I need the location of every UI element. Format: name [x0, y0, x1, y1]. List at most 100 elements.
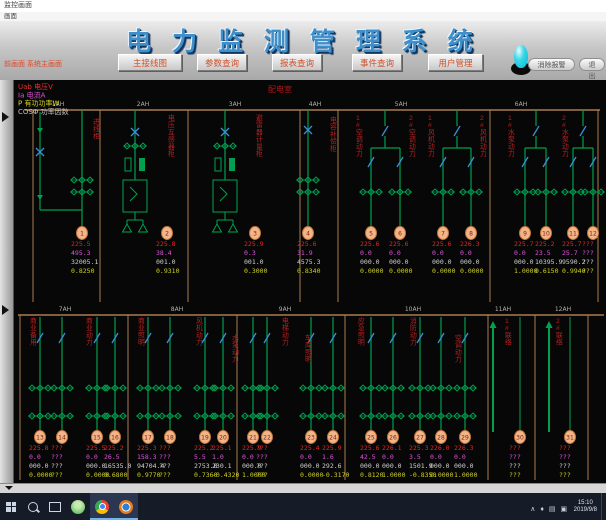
fuse-icon [139, 158, 145, 171]
value-power: 292.6 [322, 462, 342, 470]
measure-point-number: 23 [307, 434, 315, 441]
value-cosphi: 0.8340 [297, 267, 321, 275]
bay-label: 5AH [395, 101, 407, 108]
left-scroll-strip[interactable] [0, 80, 14, 483]
value-voltage: 225.6 [389, 240, 409, 248]
measure-point-number: 21 [249, 434, 257, 441]
value-power: 000.0 [382, 462, 402, 470]
value-power: 000.0 [454, 462, 474, 470]
delta-winding-icon [229, 224, 238, 232]
cabinet-name-vertical: 应急照明 [358, 316, 365, 347]
windows-logo-icon [6, 502, 16, 512]
cabinet-name-vertical: 1#风机动力 [428, 115, 435, 158]
value-cosphi: ??? [582, 267, 594, 275]
value-cosphi: -0.3170 [322, 471, 349, 479]
tray-ime-icon[interactable]: ▣ [561, 506, 568, 513]
cabinet-name-vertical: 车库照明 [305, 333, 312, 364]
value-voltage: 225.6 [432, 240, 452, 248]
delta-winding-icon [123, 224, 132, 232]
value-power: ??? [256, 462, 268, 470]
start-button[interactable] [0, 493, 22, 520]
value-voltage: 225.5 [86, 444, 106, 452]
value-voltage: 225.2 [104, 444, 124, 452]
value-current: ??? [582, 249, 594, 257]
show-desktop-button[interactable] [601, 493, 606, 520]
bay-label: 12AH [555, 306, 571, 313]
value-voltage: ??? [51, 444, 63, 452]
measure-point-number: 18 [166, 434, 174, 441]
value-power: 000.0 [430, 462, 450, 470]
value-power: 000.0 [460, 258, 480, 266]
menu-button-5[interactable]: 用户管理 [428, 54, 483, 71]
measure-point-number: 24 [329, 434, 337, 441]
value-power: 000.0 [432, 258, 452, 266]
measure-point-number: 8 [469, 230, 473, 237]
measure-point-number: 6 [398, 230, 402, 237]
value-current: ??? [51, 453, 63, 461]
measure-point-number: 1 [80, 230, 84, 237]
arrow-up-icon [490, 321, 497, 328]
value-current: 0.0 [360, 249, 372, 257]
value-cosphi: ??? [51, 471, 63, 479]
task-view-button[interactable] [44, 493, 66, 520]
chrome-icon [95, 500, 109, 514]
value-power: 000.0 [86, 462, 106, 470]
value-current: 0.0 [460, 249, 472, 257]
mute-alarm-button[interactable]: 消除报警 [528, 58, 575, 71]
header-banner: 电 力 监 测 管 理 系 统 前画面 系统主画面 主接线图参数查询报表查询事件… [0, 21, 606, 80]
menu-button-1[interactable]: 主接线图 [118, 54, 182, 71]
value-power: 000.0 [360, 258, 380, 266]
value-current: 0.0 [389, 249, 401, 257]
scroll-marker-mid-icon[interactable] [2, 305, 9, 315]
value-voltage: 225.2 [535, 240, 555, 248]
arrow-down-icon [37, 128, 43, 133]
taskbar-app-scada[interactable] [114, 493, 138, 520]
value-voltage: 225.6 [360, 444, 380, 452]
search-icon [28, 502, 38, 512]
cabinet-name-vertical: 电梯动力 [282, 316, 289, 347]
arrow-down-icon [37, 195, 43, 200]
cabinet-name-vertical: 2#联络 [556, 318, 563, 347]
tray-volume-icon[interactable]: ▤ [549, 506, 556, 513]
cabinet-name-vertical: 2#风机动力 [480, 115, 487, 158]
cabinet-name-vertical: 2#空调动力 [409, 115, 416, 158]
value-voltage: 225.4 [300, 444, 320, 452]
value-cosphi: 0.9770 [137, 471, 161, 479]
fuse-icon [125, 158, 131, 171]
value-current: ??? [509, 453, 521, 461]
taskbar-app-green[interactable] [66, 493, 90, 520]
measure-point-number: 9 [523, 230, 527, 237]
menu-item-view[interactable]: 画面 [4, 13, 17, 20]
menu-button-2[interactable]: 参数查询 [197, 54, 247, 71]
tray-expand-icon[interactable]: ∧ [530, 506, 535, 513]
value-current: 0.0 [514, 249, 526, 257]
exit-button[interactable]: 退出 [579, 58, 605, 71]
taskbar-clock[interactable]: 15:10 2019/9/8 [574, 500, 597, 514]
taskbar-search-button[interactable] [22, 493, 44, 520]
menu-button-4[interactable]: 事件查询 [352, 54, 402, 71]
clock-time: 15:10 [574, 500, 597, 507]
taskbar-app-chrome[interactable] [90, 493, 114, 520]
tray-network-icon[interactable]: ♦ [540, 506, 544, 513]
menu-button-3[interactable]: 报表查询 [272, 54, 322, 71]
measure-point-number: 13 [36, 434, 44, 441]
value-power: 000.0 [389, 258, 409, 266]
cabinet-name-vertical: 电压互感器柜 [168, 113, 175, 158]
measure-point-number: 3 [253, 230, 257, 237]
breaker-icon [533, 126, 539, 136]
value-cosphi: 1.0000 [382, 471, 406, 479]
measure-point-number: 16 [111, 434, 119, 441]
value-current: 25.7 [562, 249, 578, 257]
value-power: 001.0 [156, 258, 176, 266]
pt-winding-icon [130, 187, 137, 201]
value-cosphi: 0.8250 [71, 267, 95, 275]
value-power: ??? [509, 462, 521, 470]
value-cosphi: 0.0000 [430, 471, 454, 479]
value-voltage: 225.6 [360, 240, 380, 248]
fuse-icon [215, 158, 221, 171]
scroll-marker-top-icon[interactable] [2, 112, 9, 122]
clock-date: 2019/9/8 [574, 507, 597, 514]
bay-label: 11AH [495, 306, 511, 313]
value-power: 230.1 [212, 462, 232, 470]
value-power: ??? [51, 462, 63, 470]
